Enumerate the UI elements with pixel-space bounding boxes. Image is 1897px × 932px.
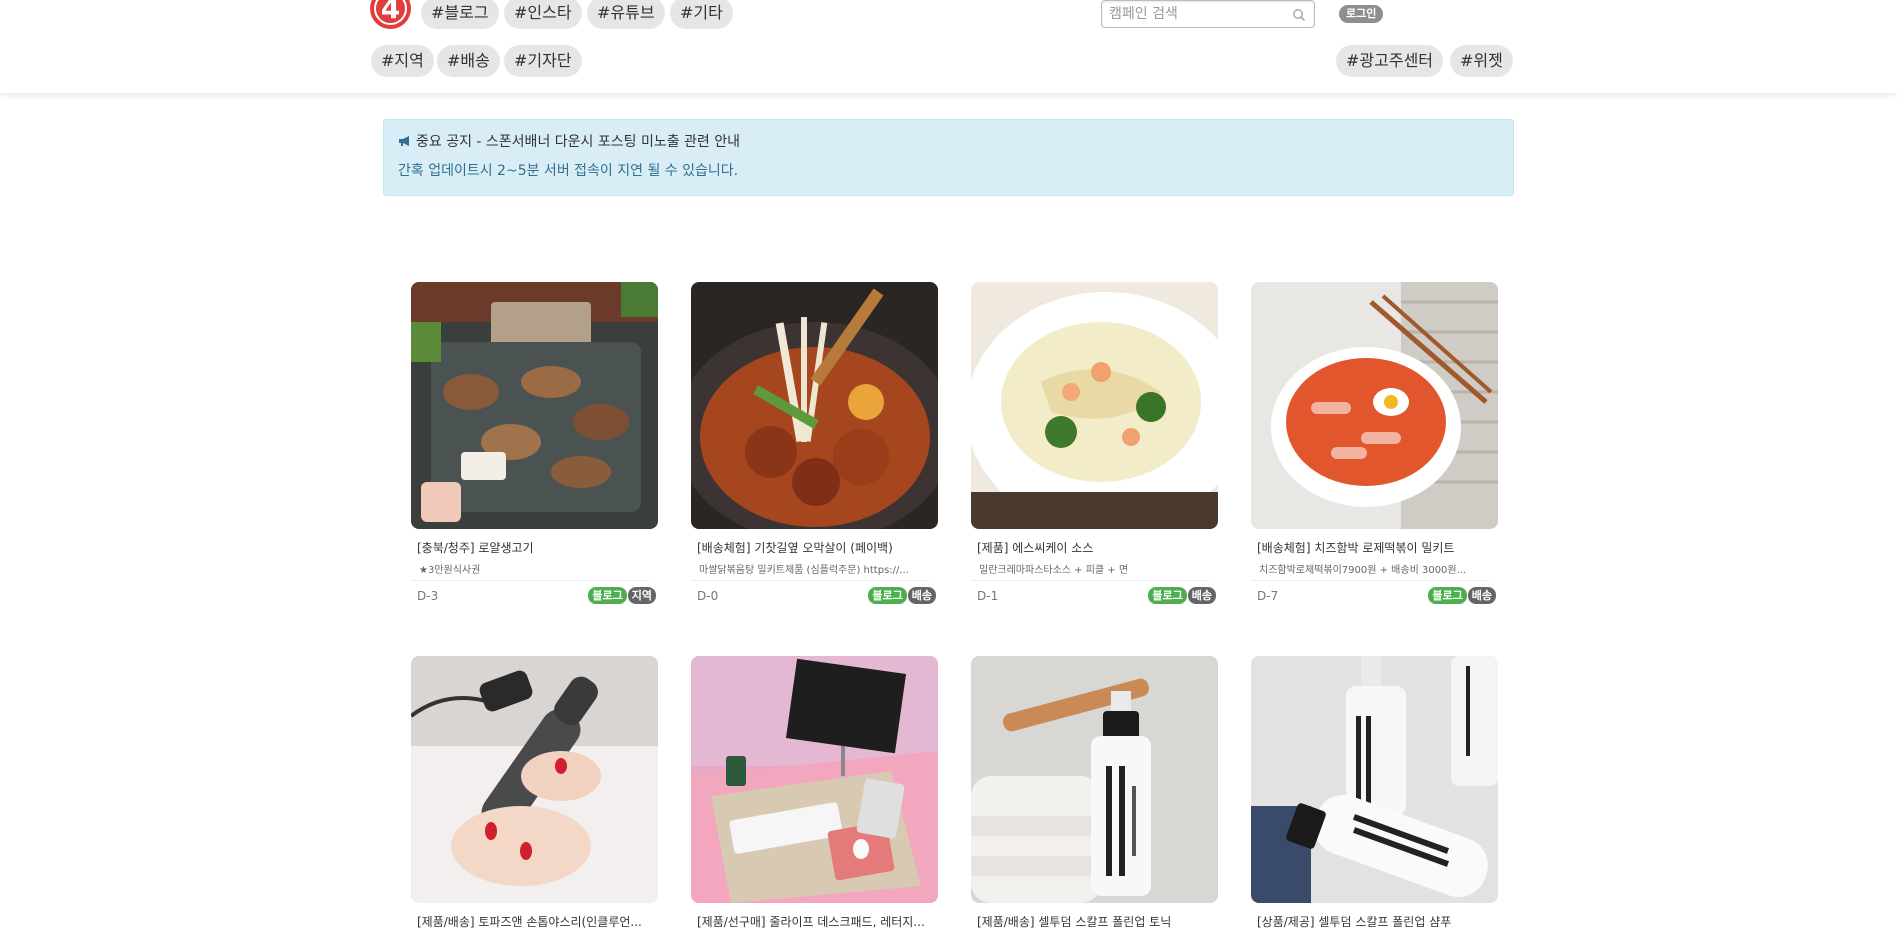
tag-blog[interactable]: #블로그 xyxy=(421,0,499,29)
campaign-card[interactable]: [제품/선구매] 줄라이프 데스크패드, 레터지... xyxy=(691,656,938,930)
notice-box: 중요 공지 - 스폰서배너 다운시 포스팅 미노출 관련 안내 간혹 업데이트시… xyxy=(383,119,1514,196)
card-title[interactable]: [상품/제공] 셀투덤 스칼프 폴린업 샴푸 xyxy=(1251,913,1491,930)
site-header: 4 #블로그 #인스타 #유튜브 #기타 #지역 #배송 #기자단 #광고주센터… xyxy=(0,0,1897,93)
card-desc: 마쌀닭볶음탕 밀키트제품 (심플럭주문) https://... xyxy=(691,561,929,581)
card-title[interactable]: [충북/청주] 로얄생고기 xyxy=(411,539,651,556)
card-title[interactable]: [제품/배송] 셀투덤 스칼프 폴린업 토닉 xyxy=(971,913,1211,930)
badge-type: 지역 xyxy=(627,587,656,604)
campaign-card[interactable]: [배송체험] 기찻길옆 오막살이 (페이백) 마쌀닭볶음탕 밀키트제품 (심플럭… xyxy=(691,282,938,605)
tag-widget[interactable]: #위젯 xyxy=(1450,45,1513,77)
card-footer: D-7 블로그 배송 xyxy=(1251,587,1498,605)
campaign-card[interactable]: [상품/제공] 셀투덤 스칼프 폴린업 샴푸 xyxy=(1251,656,1498,930)
site-logo[interactable]: 4 xyxy=(370,0,411,29)
dday-label: D-7 xyxy=(1257,589,1279,603)
campaign-search xyxy=(1101,0,1315,28)
search-input[interactable] xyxy=(1102,1,1282,27)
notice-title-row[interactable]: 중요 공지 - 스폰서배너 다운시 포스팅 미노출 관련 안내 xyxy=(398,131,1499,151)
grilled-pork-image[interactable] xyxy=(411,282,658,529)
search-icon[interactable] xyxy=(1292,8,1306,22)
card-title[interactable]: [배송체험] 기찻길옆 오막살이 (페이백) xyxy=(691,539,931,556)
card-title[interactable]: [제품] 에스씨케이 소스 xyxy=(971,539,1211,556)
card-title[interactable]: [배송체험] 치즈함박 로제떡볶이 밀키트 xyxy=(1251,539,1491,556)
badge-blog: 블로그 xyxy=(588,587,627,604)
badge-blog: 블로그 xyxy=(1428,587,1467,604)
badge-type: 배송 xyxy=(907,587,936,604)
notice-subtitle: 간혹 업데이트시 2~5분 서버 접속이 지연 될 수 있습니다. xyxy=(398,163,739,179)
card-desc: 치즈함박로제떡볶이7900원 + 배송비 3000원... xyxy=(1251,561,1489,581)
notice-title: 중요 공지 - 스폰서배너 다운시 포스팅 미노출 관련 안내 xyxy=(416,134,741,150)
campaign-card[interactable]: [제품/배송] 셀투덤 스칼프 폴린업 토닉 xyxy=(971,656,1218,930)
login-button[interactable]: 로그인 xyxy=(1339,5,1384,23)
badge-type: 배송 xyxy=(1187,587,1216,604)
tag-delivery[interactable]: #배송 xyxy=(437,45,500,77)
badge-blog: 블로그 xyxy=(868,587,907,604)
tag-etc[interactable]: #기타 xyxy=(670,0,733,29)
card-title[interactable]: [제품/선구매] 줄라이프 데스크패드, 레터지... xyxy=(691,913,931,930)
tag-region[interactable]: #지역 xyxy=(371,45,434,77)
dday-label: D-3 xyxy=(417,589,439,603)
card-footer: D-1 블로그 배송 xyxy=(971,587,1218,605)
card-footer: D-3 블로그 지역 xyxy=(411,587,658,605)
badge-blog: 블로그 xyxy=(1148,587,1187,604)
tag-youtube[interactable]: #유튜브 xyxy=(587,0,665,29)
tag-instagram[interactable]: #인스타 xyxy=(504,0,582,29)
tag-advertiser-center[interactable]: #광고주센터 xyxy=(1336,45,1444,77)
tteokbokki-image[interactable] xyxy=(1251,282,1498,529)
card-title[interactable]: [제품/배송] 토파즈앤 손톱야스리(인클루언... xyxy=(411,913,651,930)
desk-pad-image[interactable] xyxy=(691,656,938,903)
dday-label: D-1 xyxy=(977,589,999,603)
megaphone-icon xyxy=(399,136,409,146)
campaign-card[interactable]: [배송체험] 치즈함박 로제떡볶이 밀키트 치즈함박로제떡볶이7900원 + 배… xyxy=(1251,282,1498,605)
scalp-shampoo-image[interactable] xyxy=(1251,656,1498,903)
tag-reporters[interactable]: #기자단 xyxy=(504,45,582,77)
card-footer: D-0 블로그 배송 xyxy=(691,587,938,605)
campaign-card[interactable]: [제품] 에스씨케이 소스 밀란크레마파스타소스 + 피클 + 면 D-1 블로… xyxy=(971,282,1218,605)
campaign-card[interactable]: [제품/배송] 토파즈앤 손톱야스리(인클루언... xyxy=(411,656,658,930)
card-desc: ★3만원식사권 xyxy=(411,561,649,581)
card-desc: 밀란크레마파스타소스 + 피클 + 면 xyxy=(971,561,1209,581)
campaign-card[interactable]: [충북/청주] 로얄생고기 ★3만원식사권 D-3 블로그 지역 xyxy=(411,282,658,605)
dday-label: D-0 xyxy=(697,589,719,603)
nail-drill-image[interactable] xyxy=(411,656,658,903)
badge-type: 배송 xyxy=(1467,587,1496,604)
scalp-tonic-image[interactable] xyxy=(971,656,1218,903)
logo-text: 4 xyxy=(380,0,401,25)
cream-pasta-image[interactable] xyxy=(971,282,1218,529)
braised-chicken-image[interactable] xyxy=(691,282,938,529)
